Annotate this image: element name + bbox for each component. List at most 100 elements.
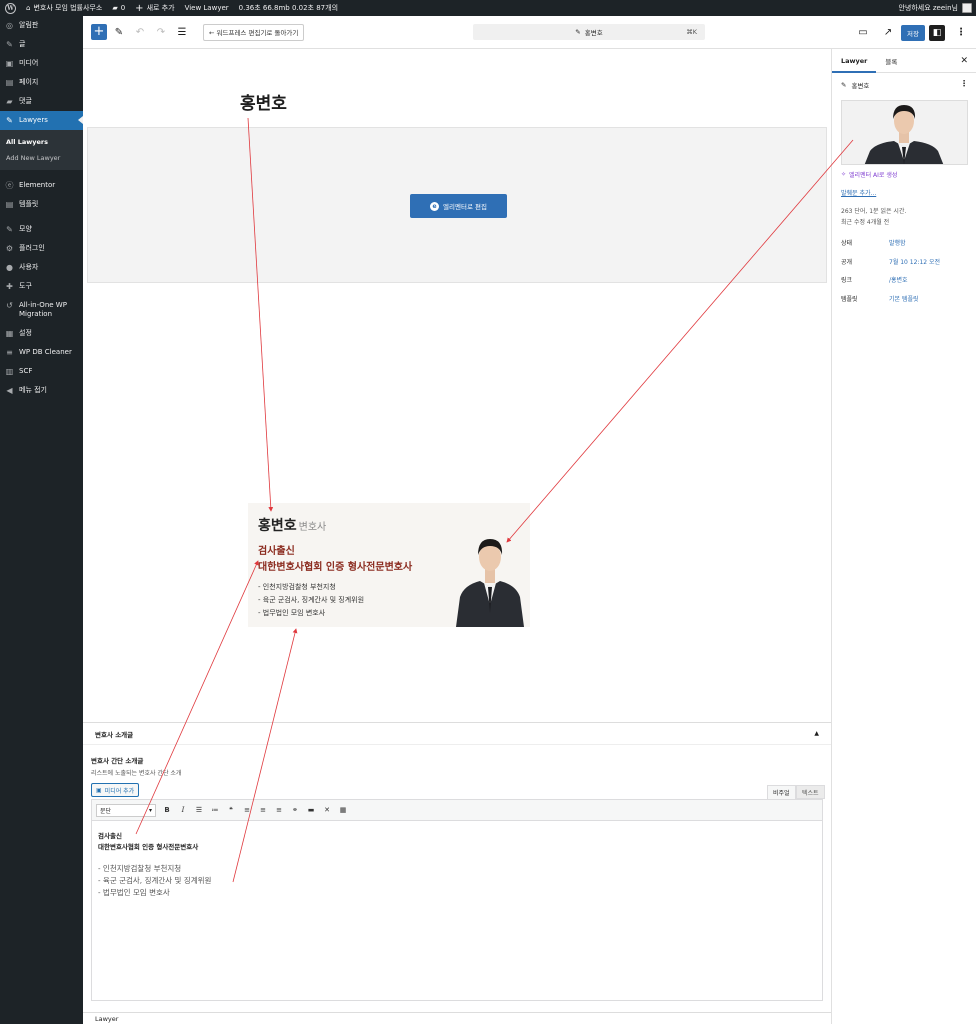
content-line: - 인천지방검찰청 부천지청 [98,864,182,873]
blockquote-icon[interactable]: ❝ [226,804,236,816]
new-content-menu[interactable]: + 새로 추가 [130,0,179,16]
tab-text[interactable]: 텍스트 [796,785,825,799]
media-icon: ▣ [5,59,14,68]
sidebar-menu-item[interactable]: ▥ SCF [0,362,83,381]
tab-post[interactable]: Lawyer [832,49,876,73]
menu-item-lawyers[interactable]: ✎ Lawyers [0,111,83,130]
external-view-icon[interactable]: ↗ [879,24,897,42]
link-icon[interactable]: ⚭ [290,804,300,816]
scf-icon: ▥ [5,367,14,376]
toolbar-toggle-icon[interactable]: ▦ [338,804,348,816]
menu-label: 도구 [19,282,32,290]
chevron-up-icon[interactable]: ▲ [814,730,819,737]
row-value[interactable]: /홍변호 [889,275,908,284]
sidebar-menu-item[interactable]: ↺ All-in-One WP Migration [0,296,83,324]
settings-sidebar: Lawyer 블록 ✕ ✎ 홍변호 ⋮ ✧ 엘리멘터 AI로 생성 발췌문 추가… [831,49,976,1024]
tools-pencil-icon[interactable]: ✎ [110,23,128,41]
metabox-header[interactable]: 변호사 소개글 ▲ [83,723,831,745]
read-more-icon[interactable]: ▬ [306,804,316,816]
sidebar-menu-item[interactable]: ● 사용자 [0,258,83,277]
fullscreen-icon[interactable]: ✕ [322,804,332,816]
align-left-icon[interactable]: ≡ [242,804,252,816]
sidebar-menu-item[interactable]: ◎ 알림판 [0,16,83,35]
add-excerpt-link[interactable]: 발췌문 추가... [841,188,876,197]
sidebar-menu-item[interactable]: ▣ 미디어 [0,54,83,73]
template-row: 템플릿 기본 템플릿 [841,294,919,303]
post-title[interactable]: 홍변호 [240,89,287,114]
query-stats[interactable]: 0.36초 66.8mb 0.02초 87개의 [234,0,343,16]
row-value[interactable]: 7월 10 12:12 오전 [889,257,940,266]
save-button[interactable]: 저장 [901,24,925,41]
sidebar-menu-item[interactable]: ⓔ Elementor [0,176,83,195]
preview-device-icon[interactable]: ▭ [854,24,872,42]
sidebar-menu-item[interactable]: ⚙ 플러그인 [0,239,83,258]
metabox-title: 변호사 소개글 [95,730,134,739]
last-modified: 최근 수정 4개월 전 [841,219,890,226]
sidebar-menu-item[interactable]: ▰ 댓글 [0,92,83,111]
options-menu-icon[interactable]: ⋮ [952,24,970,42]
edit-with-elementor-button[interactable]: e 엘리멘터로 편집 [410,194,507,218]
italic-icon[interactable]: I [178,804,188,816]
elementor-ai-link[interactable]: ✧ 엘리멘터 AI로 생성 [841,170,897,179]
sidebar-menu-item[interactable]: ◀ 메뉴 접기 [0,381,83,400]
sidebar-menu-item[interactable]: ✚ 도구 [0,277,83,296]
sidebar-menu-item[interactable]: ▤ 템플릿 [0,195,83,214]
comment-icon: ▰ [6,97,13,106]
undo-icon[interactable]: ↶ [131,23,149,41]
site-name: 변호사 모임 법률사무소 [33,4,103,12]
field-description: 리스트에 노출되는 변호사 간단 소개 [91,770,182,777]
menu-label: Lawyers [19,116,48,124]
menu-label: 알림판 [19,21,39,29]
menu-label: 사용자 [19,263,39,271]
wp-logo-menu[interactable]: W [0,0,21,16]
sidebar-menu-item[interactable]: ✎ 모양 [0,220,83,239]
tab-visual[interactable]: 비주얼 [767,785,796,799]
document-title-bar[interactable]: ✎ 홍변호 ⌘K [473,24,705,40]
view-label: View Lawyer [184,4,229,12]
numbered-list-icon[interactable]: ≔ [210,804,220,816]
comments-link[interactable]: ▰ 0 [107,0,130,16]
content-line: - 법무법인 모임 변호사 [98,888,170,897]
sidebar-menu-item[interactable]: ✎ 글 [0,35,83,54]
bullet-list-icon[interactable]: ☰ [194,804,204,816]
breadcrumb-item[interactable]: Lawyer [95,1015,118,1023]
document-overview-icon[interactable]: ☰ [173,23,191,41]
menu-label: 페이지 [19,78,39,86]
add-media-button[interactable]: ▣ 미디어 추가 [91,783,140,797]
close-icon[interactable]: ✕ [960,56,976,66]
align-center-icon[interactable]: ≡ [258,804,268,816]
row-value[interactable]: 기본 템플릿 [889,294,919,303]
redo-icon[interactable]: ↷ [152,23,170,41]
row-key: 링크 [841,277,853,284]
back-to-wp-editor-button[interactable]: ← 워드프레스 편집기로 돌아가기 [203,23,305,41]
row-value[interactable]: 발행함 [889,238,906,247]
pin-icon: ✎ [6,40,13,49]
page-icon: ▤ [5,78,14,87]
editor-content-area[interactable]: 검사출신 대한변호사협회 인증 형사전문변호사 - 인천지방검찰청 부천지청 -… [91,821,823,1001]
editor-canvas[interactable]: 홍변호 e 엘리멘터로 편집 홍변호 변호사 검사출신 대한변호사협회 인증 형사… [83,49,831,722]
menu-label: Elementor [19,181,56,189]
format-select[interactable]: 문단 ▾ [96,803,156,817]
migration-icon: ↺ [6,301,13,310]
featured-image[interactable] [841,100,968,165]
site-name-link[interactable]: ⌂ 변호사 모임 법률사무소 [21,0,107,16]
tab-block[interactable]: 블록 [876,49,906,73]
sidebar-menu-item[interactable]: ▤ 페이지 [0,73,83,92]
block-inserter-button[interactable]: + [91,24,107,40]
settings-sidebar-toggle-icon[interactable]: ◧ [929,24,945,41]
align-right-icon[interactable]: ≡ [274,804,284,816]
pin-icon: ✎ [6,116,13,125]
bold-icon[interactable]: B [162,804,172,816]
sidebar-menu-item[interactable]: ▦ 설정 [0,324,83,343]
preview-headline-1: 검사출신 [258,546,295,557]
preview-name: 홍변호 변호사 [258,518,327,534]
submenu-add-new-lawyer[interactable]: Add New Lawyer [0,150,83,166]
submenu-all-lawyers[interactable]: All Lawyers [0,134,83,150]
avatar[interactable] [962,3,972,13]
more-actions-icon[interactable]: ⋮ [960,79,968,88]
account-greeting[interactable]: 안녕하세요 zeein님 [898,3,958,13]
preview-role: 변호사 [298,522,327,533]
view-lawyer-link[interactable]: View Lawyer [180,0,234,16]
post-stats: 263 단어, 1분 읽은 시간. 최근 수정 4개월 전 [841,206,906,228]
sidebar-menu-item[interactable]: ≡ WP DB Cleaner [0,343,83,362]
